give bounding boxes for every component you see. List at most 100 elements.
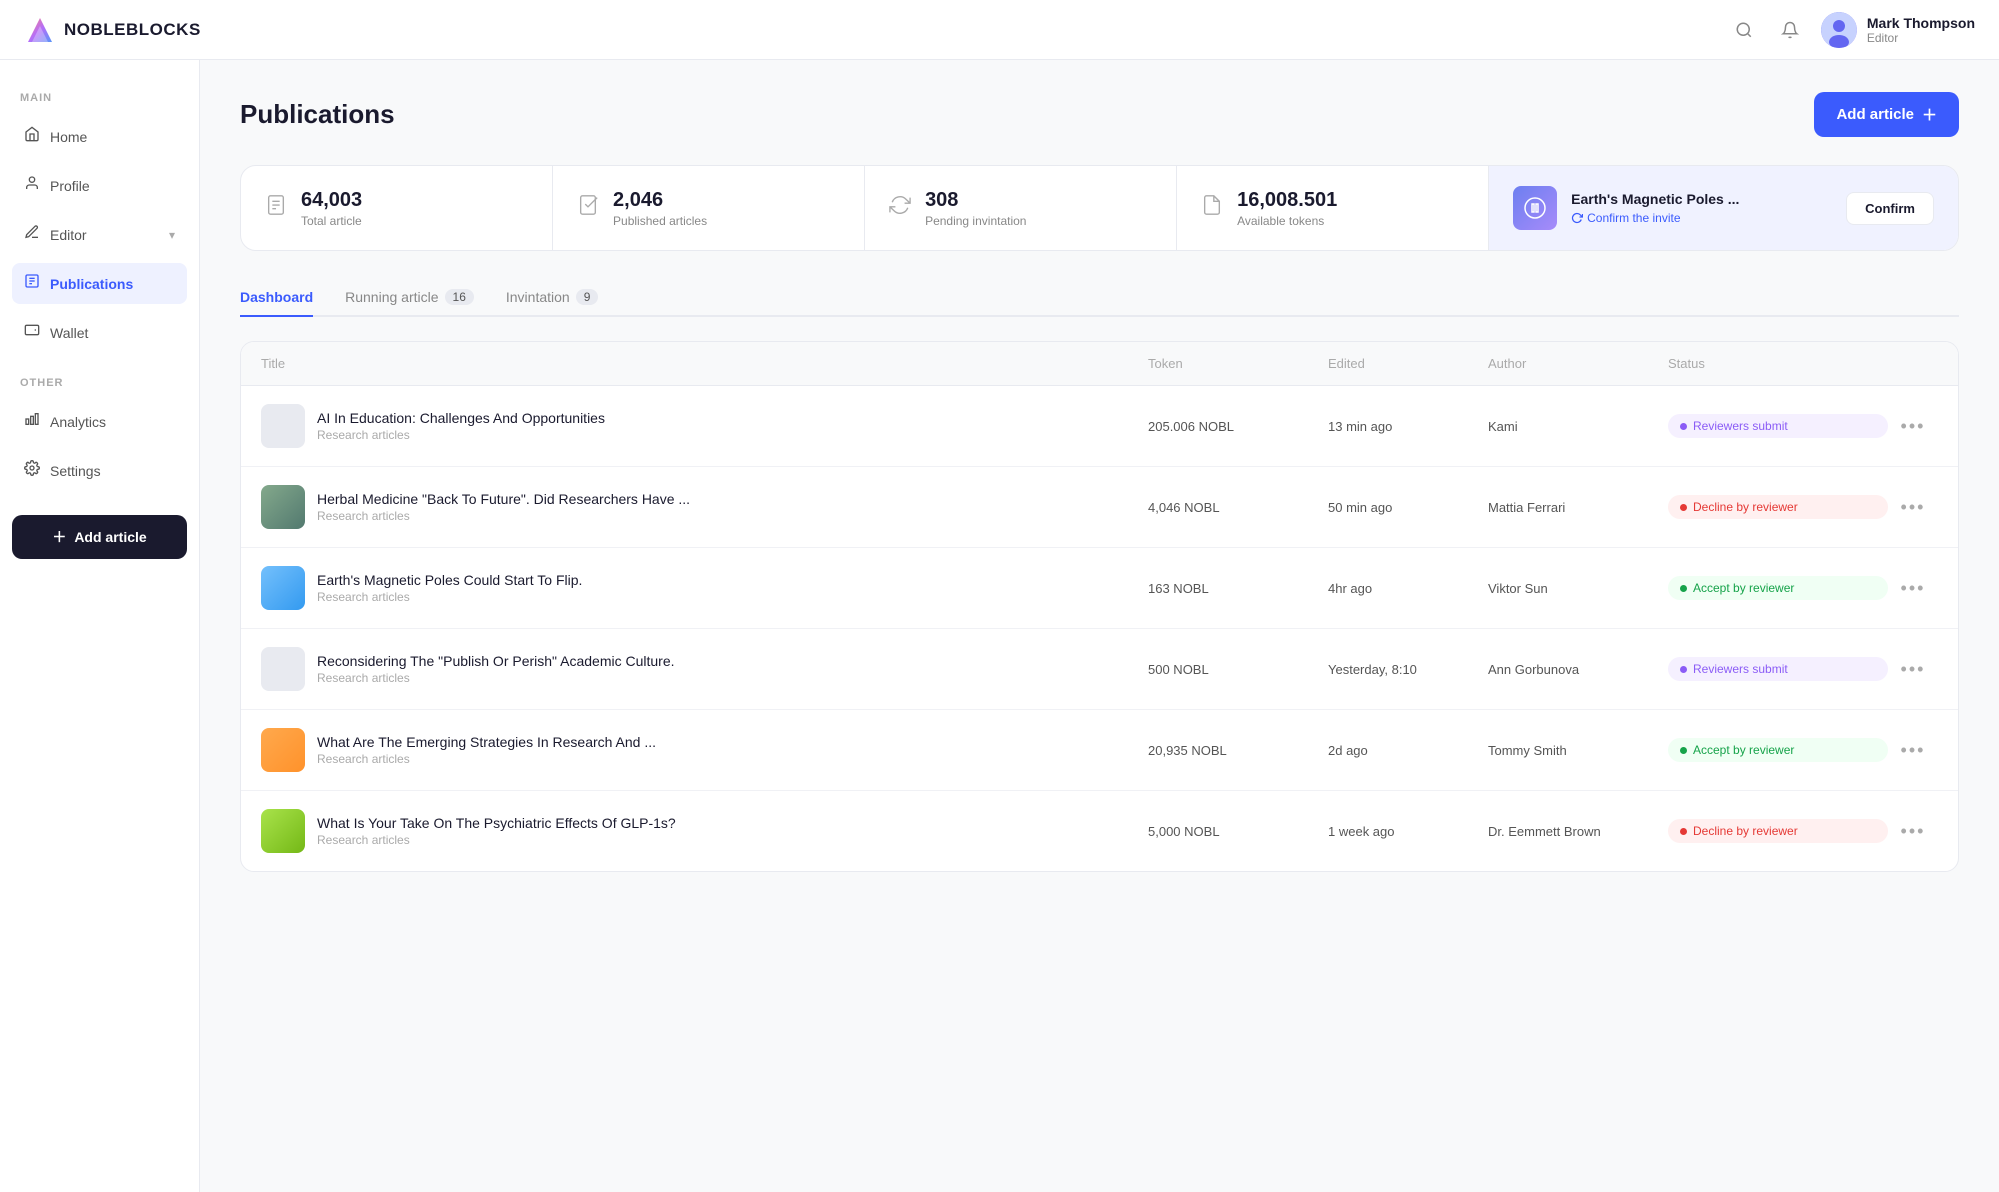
token-value: 205.006 NOBL xyxy=(1148,419,1328,434)
chevron-down-icon: ▾ xyxy=(169,228,175,242)
th-edited: Edited xyxy=(1328,356,1488,371)
status-label: Reviewers submit xyxy=(1693,419,1788,433)
stat-value-total: 64,003 xyxy=(301,189,362,212)
search-button[interactable] xyxy=(1729,15,1759,45)
pending-icon xyxy=(889,194,911,222)
more-options-button[interactable]: ••• xyxy=(1888,578,1938,599)
sidebar-item-home[interactable]: Home xyxy=(12,116,187,157)
stat-card-published: 2,046 Published articles xyxy=(553,166,865,250)
wallet-icon xyxy=(24,322,40,343)
article-thumbnail xyxy=(261,809,305,853)
more-options-button[interactable]: ••• xyxy=(1888,821,1938,842)
user-area: Mark Thompson Editor xyxy=(1821,12,1975,48)
home-icon xyxy=(24,126,40,147)
profile-icon xyxy=(24,175,40,196)
article-cell: Earth's Magnetic Poles Could Start To Fl… xyxy=(261,566,1148,610)
stat-value-pending: 308 xyxy=(925,189,1026,212)
more-options-button[interactable]: ••• xyxy=(1888,659,1938,680)
tab-dashboard[interactable]: Dashboard xyxy=(240,279,313,317)
status-dot xyxy=(1680,666,1687,673)
author-value: Kami xyxy=(1488,419,1668,434)
article-title: What Is Your Take On The Psychiatric Eff… xyxy=(317,815,676,831)
sidebar: MAIN Home Profile Editor ▾ xyxy=(0,60,200,1192)
topbar: NOBLEBLOCKS Mark Thompson Edi xyxy=(0,0,1999,60)
sidebar-item-label-settings: Settings xyxy=(50,463,101,479)
page-title: Publications xyxy=(240,99,395,130)
table-row: What Are The Emerging Strategies In Rese… xyxy=(241,710,1958,791)
add-article-header-button[interactable]: Add article ＋ xyxy=(1814,92,1959,137)
stat-info-tokens: 16,008.501 Available tokens xyxy=(1237,189,1337,228)
sidebar-item-settings[interactable]: Settings xyxy=(12,450,187,491)
topbar-right: Mark Thompson Editor xyxy=(1729,12,1975,48)
author-value: Viktor Sun xyxy=(1488,581,1668,596)
sidebar-item-label-profile: Profile xyxy=(50,178,90,194)
editor-icon xyxy=(24,224,40,245)
author-value: Ann Gorbunova xyxy=(1488,662,1668,677)
sidebar-item-analytics[interactable]: Analytics xyxy=(12,401,187,442)
stat-label-published: Published articles xyxy=(613,214,707,228)
status-label: Accept by reviewer xyxy=(1693,581,1794,595)
th-status: Status xyxy=(1668,356,1888,371)
article-thumbnail xyxy=(261,566,305,610)
stat-card-total: 64,003 Total article xyxy=(241,166,553,250)
status-dot xyxy=(1680,504,1687,511)
status-dot xyxy=(1680,747,1687,754)
sidebar-item-label-home: Home xyxy=(50,129,87,145)
bell-icon xyxy=(1781,21,1799,39)
articles-table: Title Token Edited Author Status AI In E… xyxy=(240,341,1959,872)
confirm-info: Earth's Magnetic Poles ... Confirm the i… xyxy=(1571,191,1832,225)
token-value: 20,935 NOBL xyxy=(1148,743,1328,758)
sidebar-item-publications[interactable]: Publications xyxy=(12,263,187,304)
tab-invitation-badge: 9 xyxy=(576,289,599,305)
edited-value: 50 min ago xyxy=(1328,500,1488,515)
sidebar-other-label: OTHER xyxy=(20,377,187,389)
stat-card-tokens: 16,008.501 Available tokens xyxy=(1177,166,1489,250)
app-name: NOBLEBLOCKS xyxy=(64,20,201,40)
status-dot xyxy=(1680,828,1687,835)
user-name: Mark Thompson xyxy=(1867,15,1975,31)
status-badge: Decline by reviewer xyxy=(1668,495,1888,519)
article-cell: What Is Your Take On The Psychiatric Eff… xyxy=(261,809,1148,853)
author-value: Mattia Ferrari xyxy=(1488,500,1668,515)
user-info: Mark Thompson Editor xyxy=(1867,15,1975,45)
tab-invitation[interactable]: Invintation 9 xyxy=(506,279,599,317)
status-label: Reviewers submit xyxy=(1693,662,1788,676)
article-info: AI In Education: Challenges And Opportun… xyxy=(317,410,605,442)
published-icon xyxy=(577,194,599,222)
th-token: Token xyxy=(1148,356,1328,371)
sidebar-item-editor[interactable]: Editor ▾ xyxy=(12,214,187,255)
article-category: Research articles xyxy=(317,752,656,766)
plus-icon: ＋ xyxy=(52,527,66,547)
sidebar-item-label-wallet: Wallet xyxy=(50,325,88,341)
confirm-spinner-icon xyxy=(1571,212,1583,224)
sidebar-item-wallet[interactable]: Wallet xyxy=(12,312,187,353)
article-info: Reconsidering The "Publish Or Perish" Ac… xyxy=(317,653,675,685)
sidebar-add-article-button[interactable]: ＋ Add article xyxy=(12,515,187,559)
tab-invitation-label: Invintation xyxy=(506,289,570,305)
article-cell: Herbal Medicine "Back To Future". Did Re… xyxy=(261,485,1148,529)
token-value: 163 NOBL xyxy=(1148,581,1328,596)
article-category: Research articles xyxy=(317,428,605,442)
confirm-button[interactable]: Confirm xyxy=(1846,192,1934,225)
tabs: Dashboard Running article 16 Invintation… xyxy=(240,279,1959,317)
sidebar-item-profile[interactable]: Profile xyxy=(12,165,187,206)
tab-dashboard-label: Dashboard xyxy=(240,289,313,305)
status-badge: Accept by reviewer xyxy=(1668,738,1888,762)
tab-running[interactable]: Running article 16 xyxy=(345,279,474,317)
more-options-button[interactable]: ••• xyxy=(1888,497,1938,518)
status-dot xyxy=(1680,585,1687,592)
topbar-left: NOBLEBLOCKS xyxy=(24,14,201,46)
status-label: Decline by reviewer xyxy=(1693,824,1798,838)
table-row: AI In Education: Challenges And Opportun… xyxy=(241,386,1958,467)
article-category: Research articles xyxy=(317,671,675,685)
th-actions xyxy=(1888,356,1938,371)
more-options-button[interactable]: ••• xyxy=(1888,740,1938,761)
edited-value: 2d ago xyxy=(1328,743,1488,758)
table-row: Herbal Medicine "Back To Future". Did Re… xyxy=(241,467,1958,548)
article-category: Research articles xyxy=(317,509,690,523)
author-value: Tommy Smith xyxy=(1488,743,1668,758)
notifications-button[interactable] xyxy=(1775,15,1805,45)
page-header: Publications Add article ＋ xyxy=(240,92,1959,137)
more-options-button[interactable]: ••• xyxy=(1888,416,1938,437)
stat-label-tokens: Available tokens xyxy=(1237,214,1337,228)
